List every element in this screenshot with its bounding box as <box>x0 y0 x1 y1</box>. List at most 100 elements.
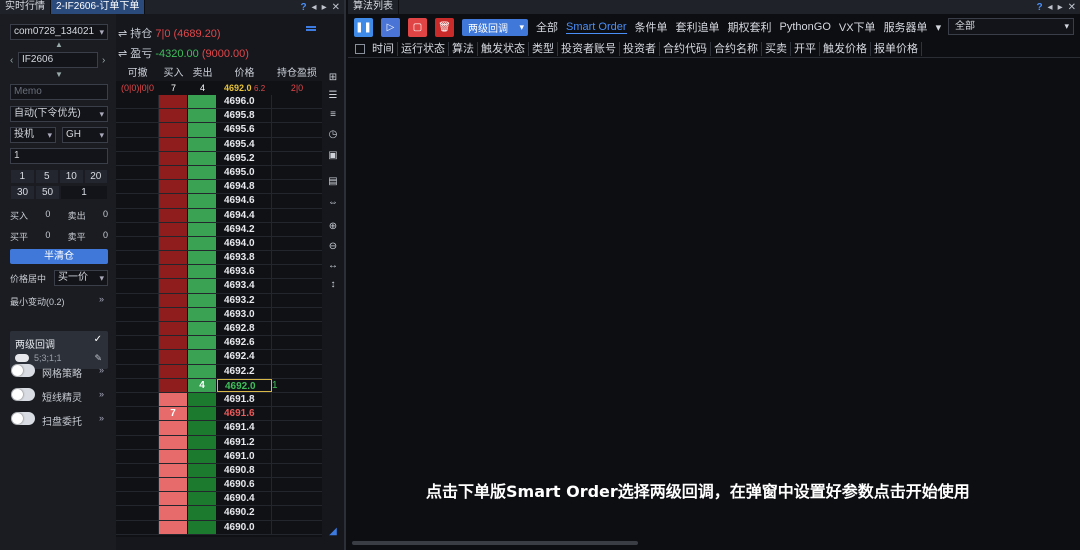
column-header[interactable]: 触发状态 <box>478 41 529 56</box>
sell-cell[interactable] <box>188 478 217 492</box>
cancel-cell[interactable] <box>116 279 159 293</box>
column-header[interactable]: 投资者 <box>620 41 660 56</box>
column-header[interactable]: 时间 <box>369 41 398 56</box>
cancel-cell[interactable] <box>116 378 159 392</box>
cancel-cell[interactable] <box>116 165 159 180</box>
filter-arb-chase[interactable]: 套利追单 <box>676 19 720 35</box>
cancel-cell[interactable] <box>116 322 159 336</box>
sell-cell[interactable] <box>188 293 217 307</box>
prev-icon[interactable]: ◂ <box>312 2 317 13</box>
buy-cell[interactable] <box>159 492 188 506</box>
qty-preset-20[interactable]: 20 <box>83 169 108 184</box>
cancel-cell[interactable] <box>116 137 159 151</box>
sell-cell[interactable] <box>188 449 217 463</box>
buy-cell[interactable]: 7 <box>159 407 188 421</box>
close-icon[interactable]: ✕ <box>1068 2 1076 13</box>
sell-cell[interactable] <box>188 492 217 506</box>
sell-cell[interactable] <box>188 194 217 208</box>
sell-cell[interactable] <box>188 137 217 151</box>
sell-cell[interactable] <box>188 435 217 449</box>
cancel-cell[interactable] <box>116 336 159 350</box>
buy-cell[interactable] <box>159 151 188 165</box>
cancel-cell[interactable] <box>116 265 159 279</box>
tab-algo-list[interactable]: 算法列表 <box>348 0 399 14</box>
sell-cell[interactable] <box>188 392 217 407</box>
cancel-cell[interactable] <box>116 151 159 165</box>
column-header[interactable]: 投资者账号 <box>558 41 620 56</box>
buy-cell[interactable] <box>159 449 188 463</box>
cancel-cell[interactable] <box>116 463 159 478</box>
cancel-cell[interactable] <box>116 180 159 194</box>
exchange-select[interactable]: GH <box>62 127 108 143</box>
layout-icon[interactable] <box>306 26 316 31</box>
next-icon[interactable]: ▸ <box>1058 2 1063 13</box>
cancel-cell[interactable] <box>116 478 159 492</box>
buy-cell[interactable] <box>159 307 188 321</box>
buy-cell[interactable] <box>159 463 188 478</box>
buy-cell[interactable] <box>159 279 188 293</box>
list-icon[interactable]: ☰ <box>327 90 339 102</box>
buy-cell[interactable] <box>159 392 188 407</box>
sell-cell[interactable] <box>188 123 217 137</box>
sell-cell[interactable] <box>188 95 217 109</box>
buy-cell[interactable] <box>159 506 188 520</box>
cancel-cell[interactable] <box>116 251 159 265</box>
sweep-order-toggle[interactable] <box>11 412 35 425</box>
filter-smart-order[interactable]: Smart Order <box>566 21 627 34</box>
column-header[interactable]: 报单价格 <box>871 41 922 56</box>
buy-cell[interactable] <box>159 123 188 137</box>
stop-icon[interactable]: ▢ <box>408 17 427 37</box>
sell-cell[interactable]: 4 <box>188 378 217 392</box>
min-move-chevron-icon[interactable]: » <box>99 294 104 304</box>
buy-cell[interactable] <box>159 194 188 208</box>
sell-cell[interactable] <box>188 265 217 279</box>
two-level-toggle[interactable] <box>15 354 29 362</box>
buy-cell[interactable] <box>159 378 188 392</box>
vertical-resize-icon[interactable]: ↕ <box>327 279 339 291</box>
zoom-out-icon[interactable]: ⊖ <box>327 241 339 253</box>
help-icon[interactable]: ? <box>300 2 306 13</box>
sell-cell[interactable] <box>188 307 217 321</box>
order-type-select[interactable]: 投机 <box>10 127 56 143</box>
buy-cell[interactable] <box>159 236 188 251</box>
close-icon[interactable]: ✕ <box>332 2 340 13</box>
buy-cell[interactable] <box>159 293 188 307</box>
symbol-up-icon[interactable]: ▲ <box>55 40 63 49</box>
column-header[interactable]: 买卖 <box>762 41 791 56</box>
horizontal-scrollbar[interactable] <box>352 541 638 545</box>
buy-cell[interactable] <box>159 208 188 222</box>
two-level-chevron-icon[interactable]: ✓ <box>94 334 102 345</box>
memo-input[interactable]: Memo <box>10 84 108 100</box>
sweep-order-chevron-icon[interactable]: » <box>99 413 104 423</box>
symbol-prev-icon[interactable]: ‹ <box>10 55 13 66</box>
buy-cell[interactable] <box>159 137 188 151</box>
clock-icon[interactable]: ◷ <box>327 129 339 141</box>
column-header[interactable]: 合约名称 <box>711 41 762 56</box>
save-icon[interactable]: ▤ <box>327 176 339 188</box>
buy-cell[interactable] <box>159 95 188 109</box>
column-icon[interactable]: ⇔ <box>327 197 339 209</box>
filter-vx-order[interactable]: VX下单 <box>839 19 876 35</box>
cancel-cell[interactable] <box>116 435 159 449</box>
buy-cell[interactable] <box>159 180 188 194</box>
buy-cell[interactable] <box>159 364 188 378</box>
lock-icon[interactable]: ▣ <box>327 150 339 162</box>
cancel-cell[interactable] <box>116 236 159 251</box>
qty-preset-5[interactable]: 5 <box>34 169 59 184</box>
column-header[interactable]: 运行状态 <box>398 41 449 56</box>
cancel-cell[interactable] <box>116 506 159 520</box>
sell-cell[interactable] <box>188 279 217 293</box>
sell-cell[interactable] <box>188 222 217 236</box>
sell-cell[interactable] <box>188 322 217 336</box>
column-header[interactable]: 类型 <box>529 41 558 56</box>
cancel-cell[interactable] <box>116 364 159 378</box>
cancel-cell[interactable] <box>116 492 159 506</box>
cancel-cell[interactable] <box>116 95 159 109</box>
sell-cell[interactable] <box>188 208 217 222</box>
filter-server-order[interactable]: 服务器单 <box>884 19 928 35</box>
algo-select-button[interactable]: 两级回调 <box>462 18 528 36</box>
price-mode-select[interactable]: 买一价 <box>54 270 108 286</box>
server-order-chevron-icon[interactable]: ▾ <box>936 21 942 34</box>
prev-icon[interactable]: ◂ <box>1048 2 1053 13</box>
add-icon[interactable]: ⊞ <box>327 72 339 84</box>
